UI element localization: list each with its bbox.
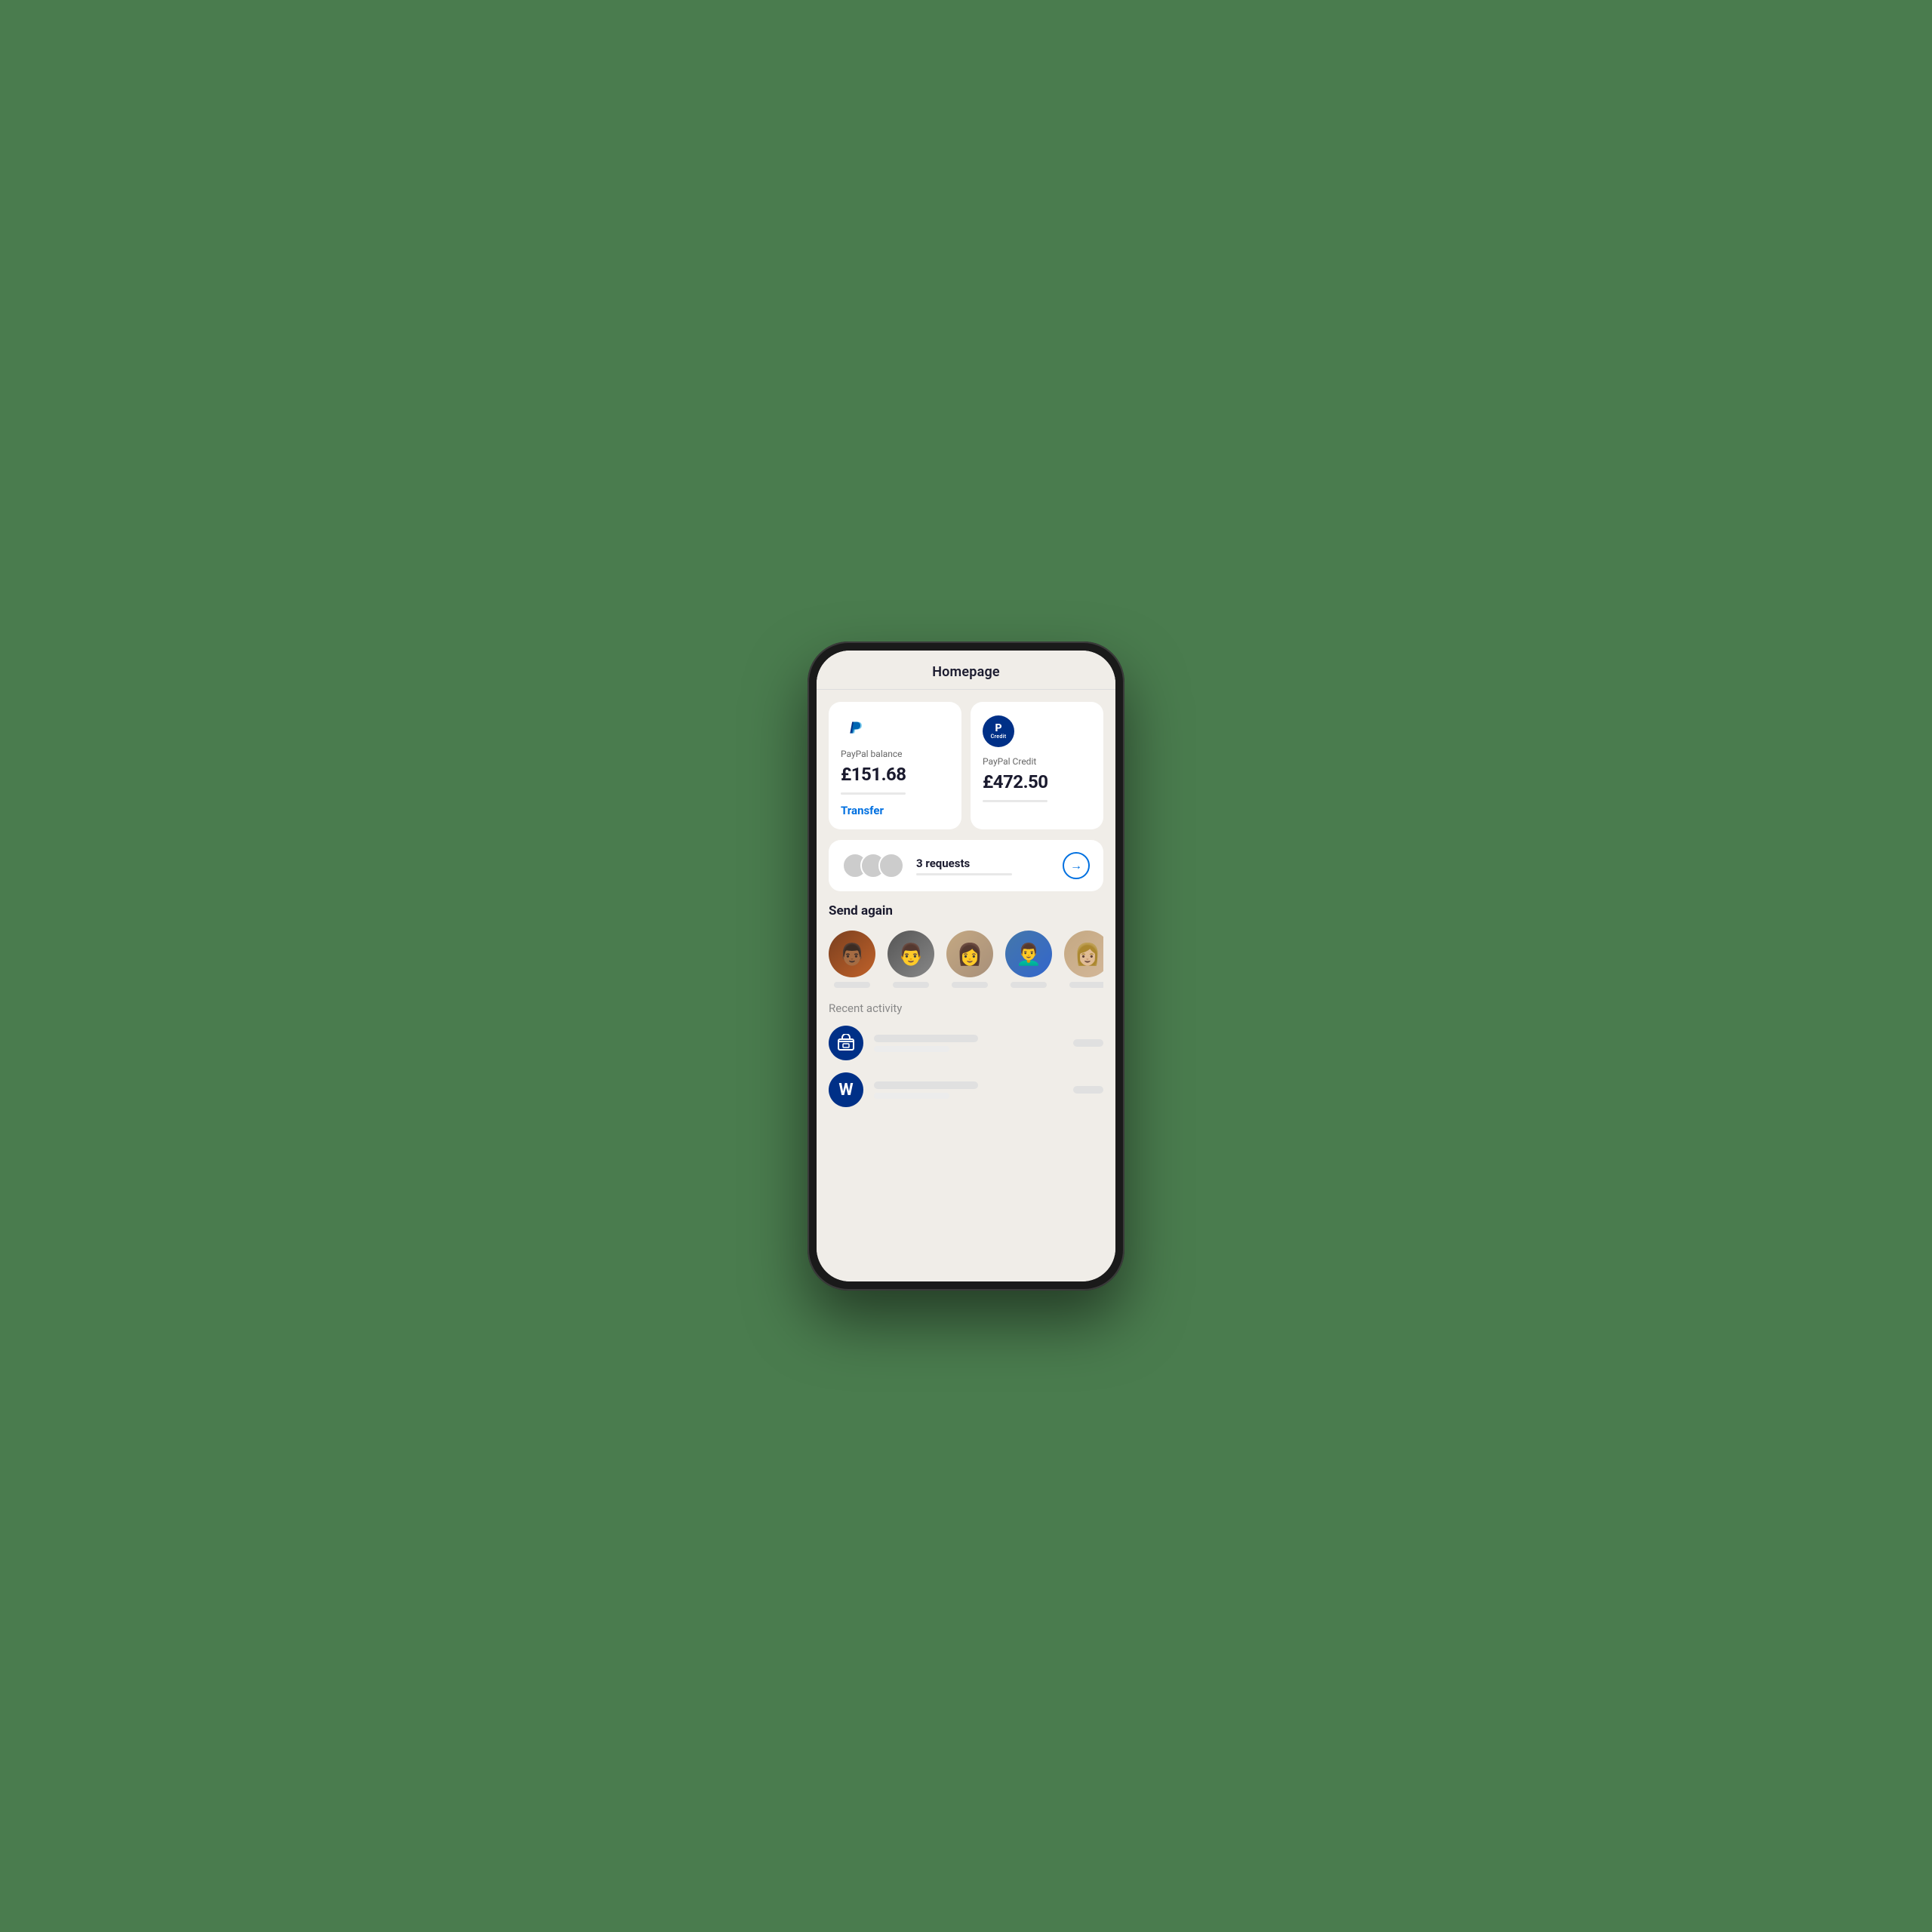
contact-avatar-1: 👨🏾: [829, 931, 875, 977]
paypal-balance-bar: [841, 792, 906, 795]
contact-item-3[interactable]: 👩: [946, 931, 993, 988]
activity-item-1[interactable]: [829, 1026, 1103, 1060]
app-screen: Homepage P: [817, 651, 1115, 1281]
send-again-contacts[interactable]: 👨🏾 👨 👩: [829, 931, 1103, 991]
page-title-bar: Homepage: [817, 651, 1115, 689]
requests-count: 3 requests: [916, 857, 1054, 870]
contact-item-1[interactable]: 👨🏾: [829, 931, 875, 988]
scroll-content[interactable]: PayPal balance £151.68 Transfer P Credit…: [817, 690, 1115, 1281]
requests-arrow-button[interactable]: →: [1063, 852, 1090, 879]
contact-name-bar-4: [1011, 982, 1047, 988]
transfer-button[interactable]: Transfer: [841, 804, 949, 817]
activity-icon-shop: [829, 1026, 863, 1060]
credit-p-letter: P: [995, 723, 1001, 734]
activity-name-bar-2: [874, 1081, 978, 1089]
credit-text: Credit: [991, 734, 1007, 740]
activity-icon-w: W: [829, 1072, 863, 1107]
paypal-credit-label: PayPal Credit: [983, 756, 1091, 767]
activity-name-bar-1: [874, 1035, 978, 1042]
contact-avatar-2: 👨: [888, 931, 934, 977]
phone-screen: Homepage P: [817, 651, 1115, 1281]
requests-card[interactable]: 3 requests →: [829, 840, 1103, 891]
phone-device: Homepage P: [808, 641, 1124, 1291]
paypal-credit-bar: [983, 800, 1048, 802]
contact-name-bar-1: [834, 982, 870, 988]
recent-activity-title: Recent activity: [829, 1001, 1103, 1015]
paypal-balance-label: PayPal balance: [841, 749, 949, 759]
requests-info: 3 requests: [916, 857, 1054, 875]
activity-amount-bar-2: [1073, 1086, 1103, 1094]
page-title: Homepage: [832, 664, 1100, 680]
request-avatar-3: [878, 853, 904, 878]
paypal-balance-card[interactable]: PayPal balance £151.68 Transfer: [829, 702, 961, 829]
activity-sub-bar-2: [874, 1093, 949, 1099]
contact-item-5[interactable]: 👩🏼: [1064, 931, 1103, 988]
activity-sub-bar-1: [874, 1046, 949, 1052]
contact-name-bar-3: [952, 982, 988, 988]
send-again-title: Send again: [829, 902, 1103, 920]
activity-details-1: [874, 1035, 1063, 1052]
paypal-logo: [841, 715, 868, 743]
requests-avatar-stack: [842, 853, 904, 878]
contact-avatar-4: 👨‍🦱: [1005, 931, 1052, 977]
paypal-credit-card[interactable]: P Credit PayPal Credit £472.50: [971, 702, 1103, 829]
activity-item-2[interactable]: W: [829, 1072, 1103, 1107]
contact-item-4[interactable]: 👨‍🦱: [1005, 931, 1052, 988]
paypal-credit-logo: P Credit: [983, 715, 1014, 747]
activity-amount-bar-1: [1073, 1039, 1103, 1047]
contact-avatar-3: 👩: [946, 931, 993, 977]
activity-list: W: [829, 1026, 1103, 1107]
contact-name-bar-2: [893, 982, 929, 988]
paypal-balance-amount: £151.68: [841, 764, 949, 785]
requests-bar: [916, 873, 1012, 875]
contact-item-2[interactable]: 👨: [888, 931, 934, 988]
balance-cards-row: PayPal balance £151.68 Transfer P Credit…: [829, 702, 1103, 829]
send-again-section: Send again: [829, 902, 1103, 920]
paypal-credit-amount: £472.50: [983, 771, 1091, 792]
contact-avatar-5: 👩🏼: [1064, 931, 1103, 977]
recent-activity-section: Recent activity: [829, 1001, 1103, 1015]
activity-details-2: [874, 1081, 1063, 1099]
contact-name-bar-5: [1069, 982, 1103, 988]
